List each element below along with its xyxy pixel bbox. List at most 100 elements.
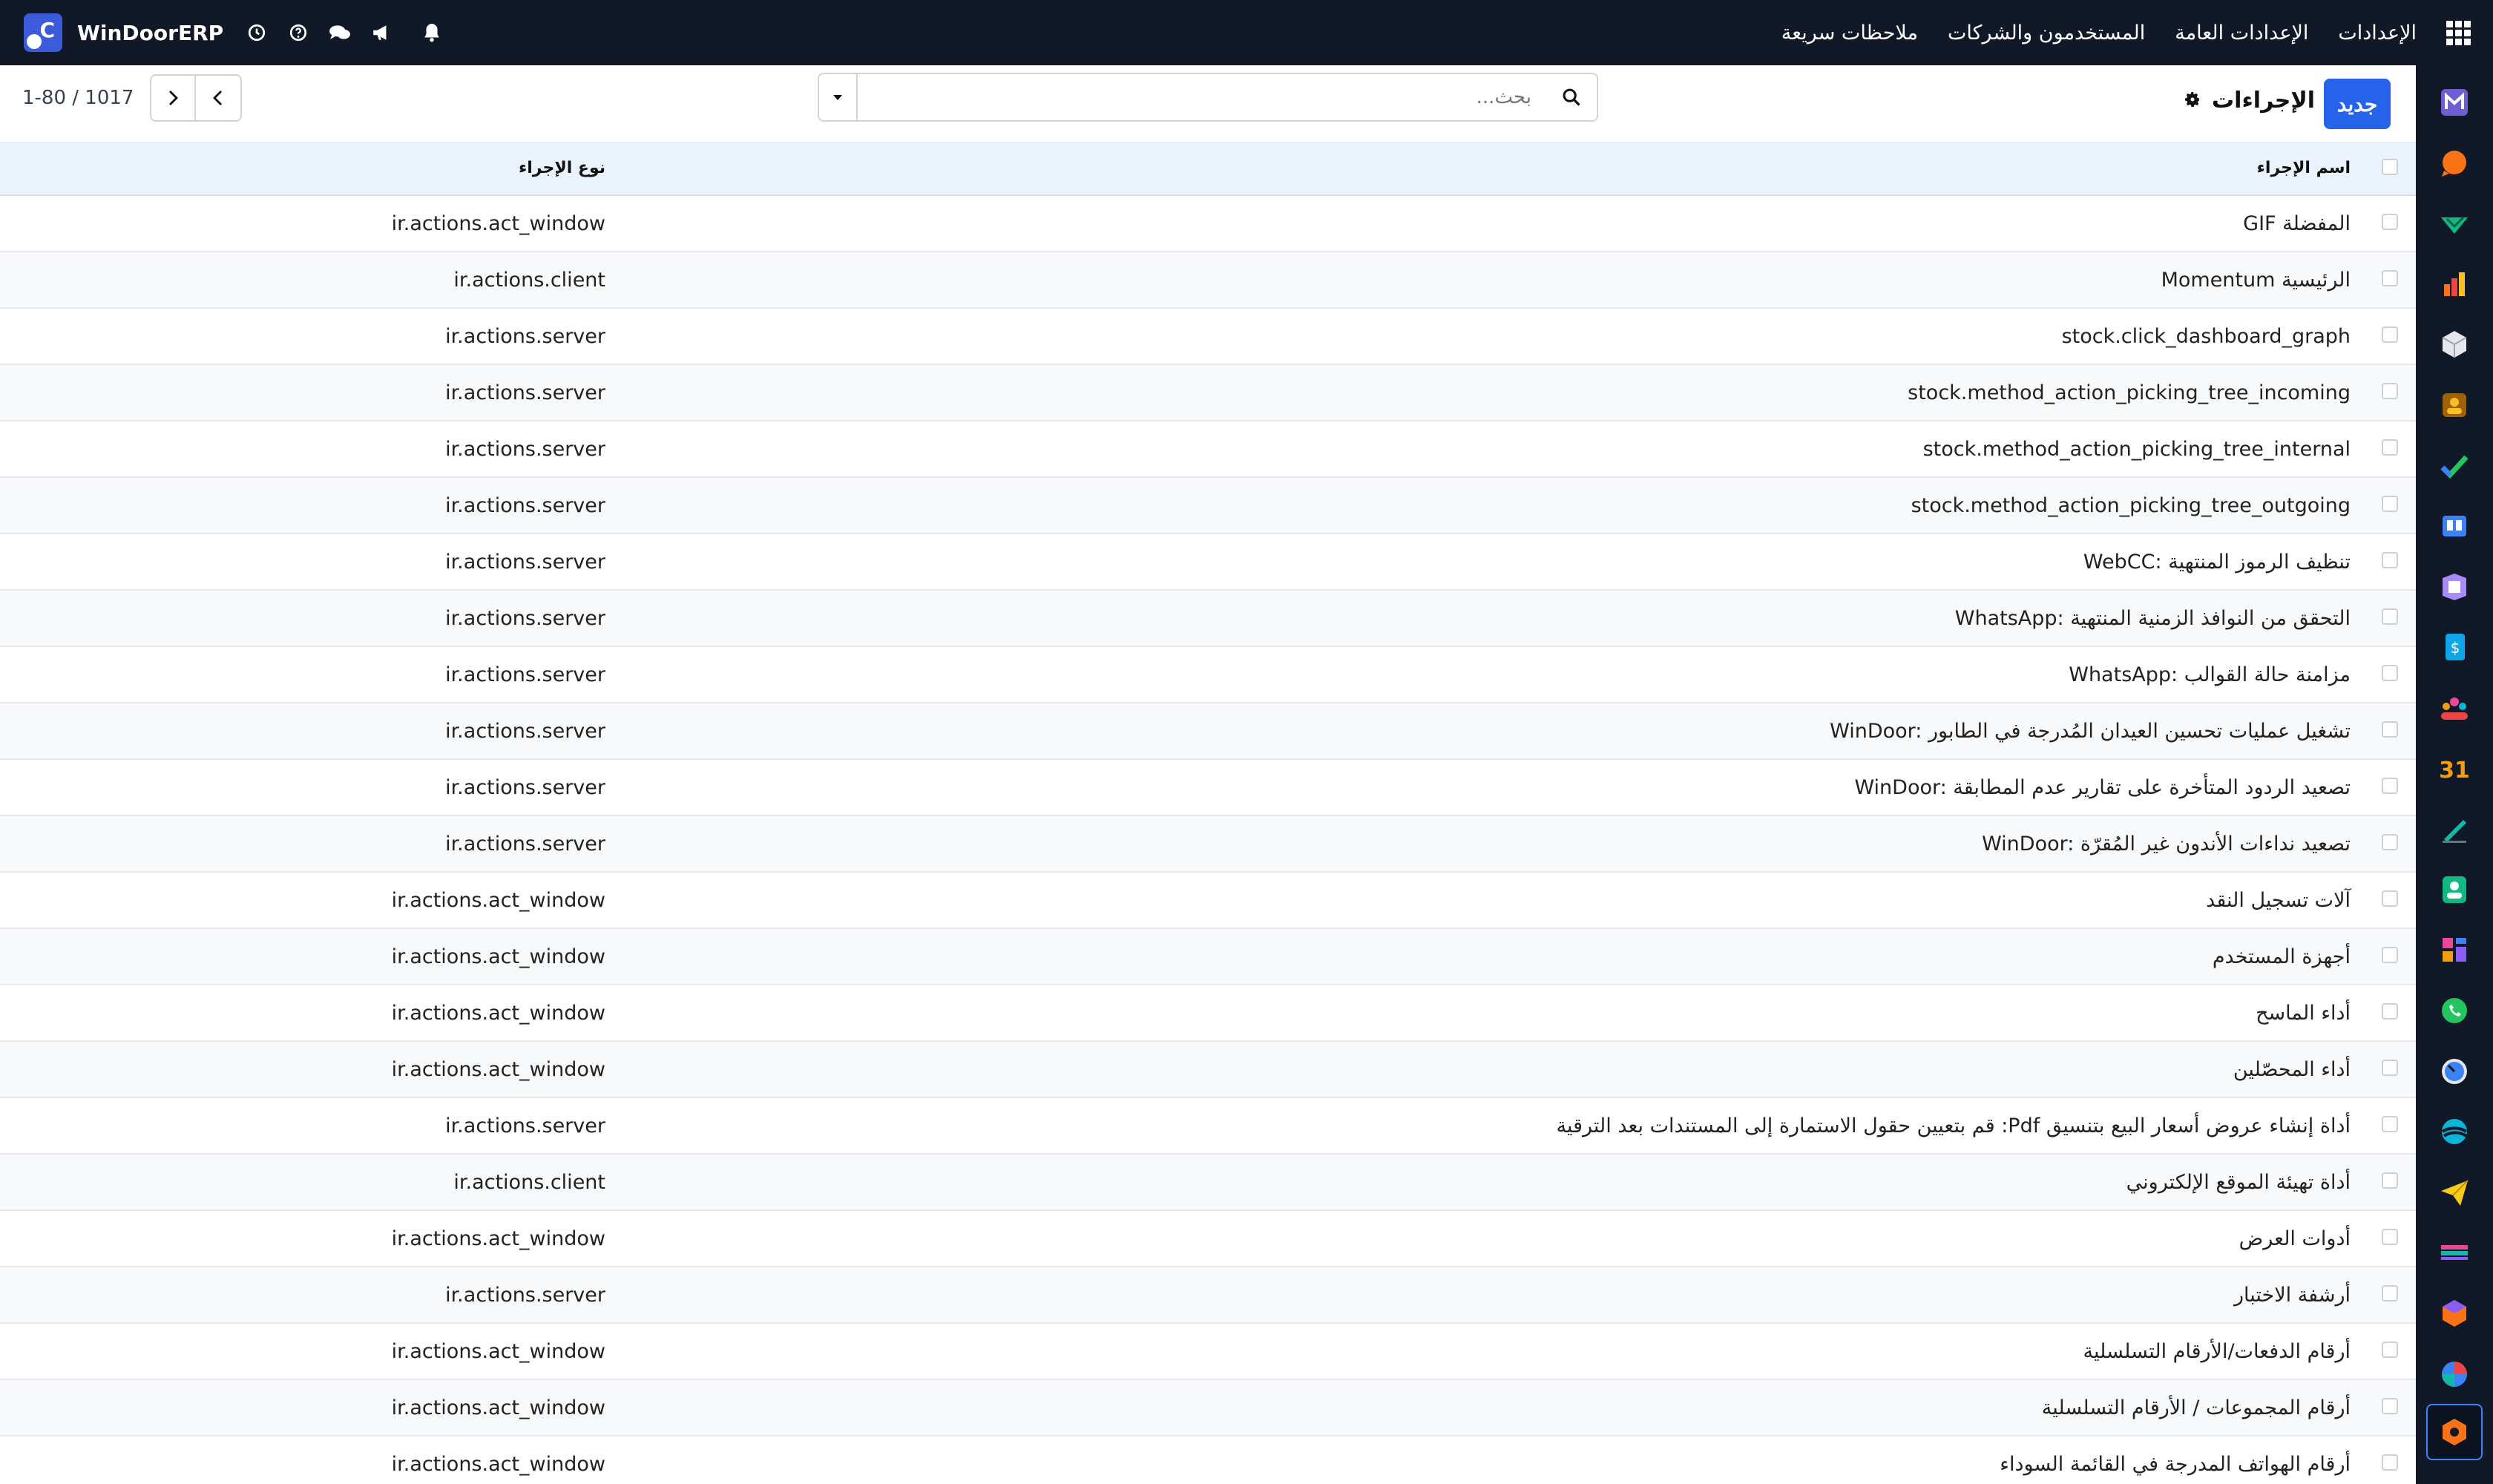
action-name-cell: أجهزة المستخدم bbox=[2212, 945, 2351, 968]
table-row[interactable]: آلات تسجيل النقد ir.actions.act_window bbox=[0, 873, 2416, 929]
stripes-icon[interactable] bbox=[2438, 1236, 2471, 1269]
row-checkbox[interactable] bbox=[2382, 326, 2398, 343]
row-checkbox[interactable] bbox=[2382, 439, 2398, 456]
company-logo[interactable] bbox=[24, 13, 62, 52]
clock-icon[interactable] bbox=[246, 22, 268, 44]
table-row[interactable]: stock.click_dashboard_graph ir.actions.se… bbox=[0, 309, 2416, 365]
column-header-type[interactable]: نوع الإجراء bbox=[519, 159, 605, 177]
row-checkbox[interactable] bbox=[2382, 1285, 2398, 1301]
brand-name[interactable]: WinDoorERP bbox=[77, 21, 223, 45]
row-checkbox[interactable] bbox=[2382, 778, 2398, 794]
row-checkbox[interactable] bbox=[2382, 834, 2398, 850]
document-dollar-icon[interactable]: $ bbox=[2438, 631, 2471, 663]
row-checkbox[interactable] bbox=[2382, 496, 2398, 512]
dashboard-icon[interactable] bbox=[2438, 933, 2471, 966]
row-checkbox[interactable] bbox=[2382, 383, 2398, 399]
help-icon[interactable] bbox=[287, 22, 309, 44]
row-checkbox[interactable] bbox=[2382, 1172, 2398, 1189]
row-checkbox[interactable] bbox=[2382, 1229, 2398, 1245]
box-icon[interactable] bbox=[2438, 571, 2471, 603]
table-row[interactable]: أرشفة الاختبار ir.actions.server bbox=[0, 1267, 2416, 1324]
paper-plane-icon[interactable] bbox=[2438, 1176, 2471, 1209]
table-row[interactable]: أدوات العرض ir.actions.act_window bbox=[0, 1211, 2416, 1267]
menu-settings[interactable]: الإعدادات bbox=[2338, 22, 2417, 45]
row-checkbox[interactable] bbox=[2382, 1398, 2398, 1414]
megaphone-icon[interactable] bbox=[370, 22, 392, 44]
search-input[interactable] bbox=[858, 74, 1546, 120]
table-row[interactable]: أرقام الدفعات/الأرقام التسلسلية ir.action… bbox=[0, 1324, 2416, 1380]
table-row[interactable]: أرقام المجموعات / الأرقام التسلسلية ir.ac… bbox=[0, 1380, 2416, 1437]
table-row[interactable]: stock.method_action_picking_tree_interna… bbox=[0, 421, 2416, 478]
chat-icon[interactable] bbox=[329, 22, 351, 44]
swirl-icon[interactable] bbox=[2438, 1115, 2471, 1148]
gear-icon[interactable] bbox=[2184, 91, 2201, 111]
row-checkbox[interactable] bbox=[2382, 890, 2398, 907]
table-row[interactable]: stock.method_action_picking_tree_incomin… bbox=[0, 365, 2416, 421]
chat-bubble-icon[interactable] bbox=[2438, 147, 2471, 180]
portrait-icon[interactable] bbox=[2438, 389, 2471, 421]
table-row[interactable]: أداة إنشاء عروض أسعار البيع بتنسيق Pdf: … bbox=[0, 1098, 2416, 1155]
checkmark-icon[interactable] bbox=[2438, 450, 2471, 482]
table-row[interactable]: أداء الماسح ir.actions.act_window bbox=[0, 985, 2416, 1042]
row-checkbox[interactable] bbox=[2382, 721, 2398, 738]
top-navbar: WinDoorERP الإعدادات الإعدادات العامة ال bbox=[0, 0, 2493, 65]
table-row[interactable]: stock.method_action_picking_tree_outgoin… bbox=[0, 478, 2416, 534]
table-row[interactable]: أرقام الهواتف المدرجة في القائمة السوداء… bbox=[0, 1437, 2416, 1484]
settings-hex-icon[interactable] bbox=[2426, 1404, 2483, 1460]
cube-icon[interactable] bbox=[2438, 328, 2471, 361]
row-checkbox[interactable] bbox=[2382, 1454, 2398, 1471]
row-checkbox[interactable] bbox=[2382, 1060, 2398, 1076]
table-row[interactable]: WhatsApp: مزامنة حالة القوالب ir.actions.… bbox=[0, 647, 2416, 703]
diamond-check-icon[interactable] bbox=[2438, 207, 2471, 240]
contact-card-icon[interactable] bbox=[2438, 873, 2471, 906]
svg-text:31: 31 bbox=[2439, 758, 2470, 784]
bell-icon[interactable] bbox=[421, 22, 443, 44]
hexagon-icon[interactable] bbox=[2438, 1297, 2471, 1330]
team-icon[interactable] bbox=[2438, 692, 2471, 724]
table-row[interactable]: WinDoor: تصعيد الردود المتأخرة على تقاري… bbox=[0, 760, 2416, 816]
row-checkbox[interactable] bbox=[2382, 665, 2398, 681]
apps-grid-icon[interactable] bbox=[2446, 20, 2471, 45]
search-icon[interactable] bbox=[1546, 74, 1597, 120]
row-checkbox[interactable] bbox=[2382, 214, 2398, 230]
select-all-checkbox[interactable] bbox=[2382, 159, 2398, 175]
new-button[interactable]: جديد bbox=[2324, 79, 2391, 129]
table-row[interactable]: WebCC: تنظيف الرموز المنتهية ir.actions.s… bbox=[0, 534, 2416, 591]
action-type-cell: ir.actions.act_window bbox=[391, 945, 605, 968]
book-icon[interactable] bbox=[2438, 510, 2471, 542]
table-row[interactable]: أداة تهيئة الموقع الإلكتروني ir.actions.c… bbox=[0, 1155, 2416, 1211]
table-row[interactable]: أداء المحصّلين ir.actions.act_window bbox=[0, 1042, 2416, 1098]
row-checkbox[interactable] bbox=[2382, 947, 2398, 963]
gauge-icon[interactable] bbox=[2438, 1055, 2471, 1088]
row-checkbox[interactable] bbox=[2382, 552, 2398, 568]
pen-icon[interactable] bbox=[2438, 812, 2471, 845]
menu-users-companies[interactable]: المستخدمون والشركات bbox=[1948, 22, 2145, 45]
table-row[interactable]: WhatsApp: التحقق من النوافذ الزمنية المن… bbox=[0, 591, 2416, 647]
row-checkbox[interactable] bbox=[2382, 1342, 2398, 1358]
table-row[interactable]: Momentum الرئيسية ir.actions.client bbox=[0, 252, 2416, 309]
row-checkbox[interactable] bbox=[2382, 1003, 2398, 1020]
pager-previous-button[interactable] bbox=[196, 74, 243, 122]
menu-quick-notes[interactable]: ملاحظات سريعة bbox=[1781, 22, 1918, 45]
action-name-cell: أداة إنشاء عروض أسعار البيع بتنسيق Pdf: … bbox=[1556, 1114, 2351, 1137]
bar-chart-icon[interactable] bbox=[2438, 268, 2471, 301]
mail-m-icon[interactable] bbox=[2438, 86, 2471, 119]
table-row[interactable]: WinDoor: تشغيل عمليات تحسين العيدان المُ… bbox=[0, 703, 2416, 760]
search-options-toggle[interactable] bbox=[819, 74, 858, 120]
row-checkbox[interactable] bbox=[2382, 270, 2398, 286]
action-type-cell: ir.actions.act_window bbox=[391, 1453, 605, 1476]
table-row[interactable]: WinDoor: تصعيد نداءات الأندون غير المُقر… bbox=[0, 816, 2416, 873]
whatsapp-icon[interactable] bbox=[2438, 994, 2471, 1027]
column-header-name[interactable]: اسم الإجراء bbox=[2257, 159, 2351, 177]
action-name-cell: أداء المحصّلين bbox=[2233, 1058, 2351, 1081]
table-row[interactable]: أجهزة المستخدم ir.actions.act_window bbox=[0, 929, 2416, 985]
action-name-cell: Momentum الرئيسية bbox=[2161, 269, 2351, 292]
pager-next-button[interactable] bbox=[150, 74, 197, 122]
pager-value[interactable]: 1-80 / 1017 bbox=[22, 87, 134, 109]
pie-icon[interactable] bbox=[2438, 1358, 2471, 1391]
row-checkbox[interactable] bbox=[2382, 1116, 2398, 1132]
menu-general-settings[interactable]: الإعدادات العامة bbox=[2175, 22, 2308, 45]
table-row[interactable]: GIF المفضلة ir.actions.act_window bbox=[0, 196, 2416, 252]
calendar-31-icon[interactable]: 31 bbox=[2438, 752, 2471, 785]
row-checkbox[interactable] bbox=[2382, 608, 2398, 625]
